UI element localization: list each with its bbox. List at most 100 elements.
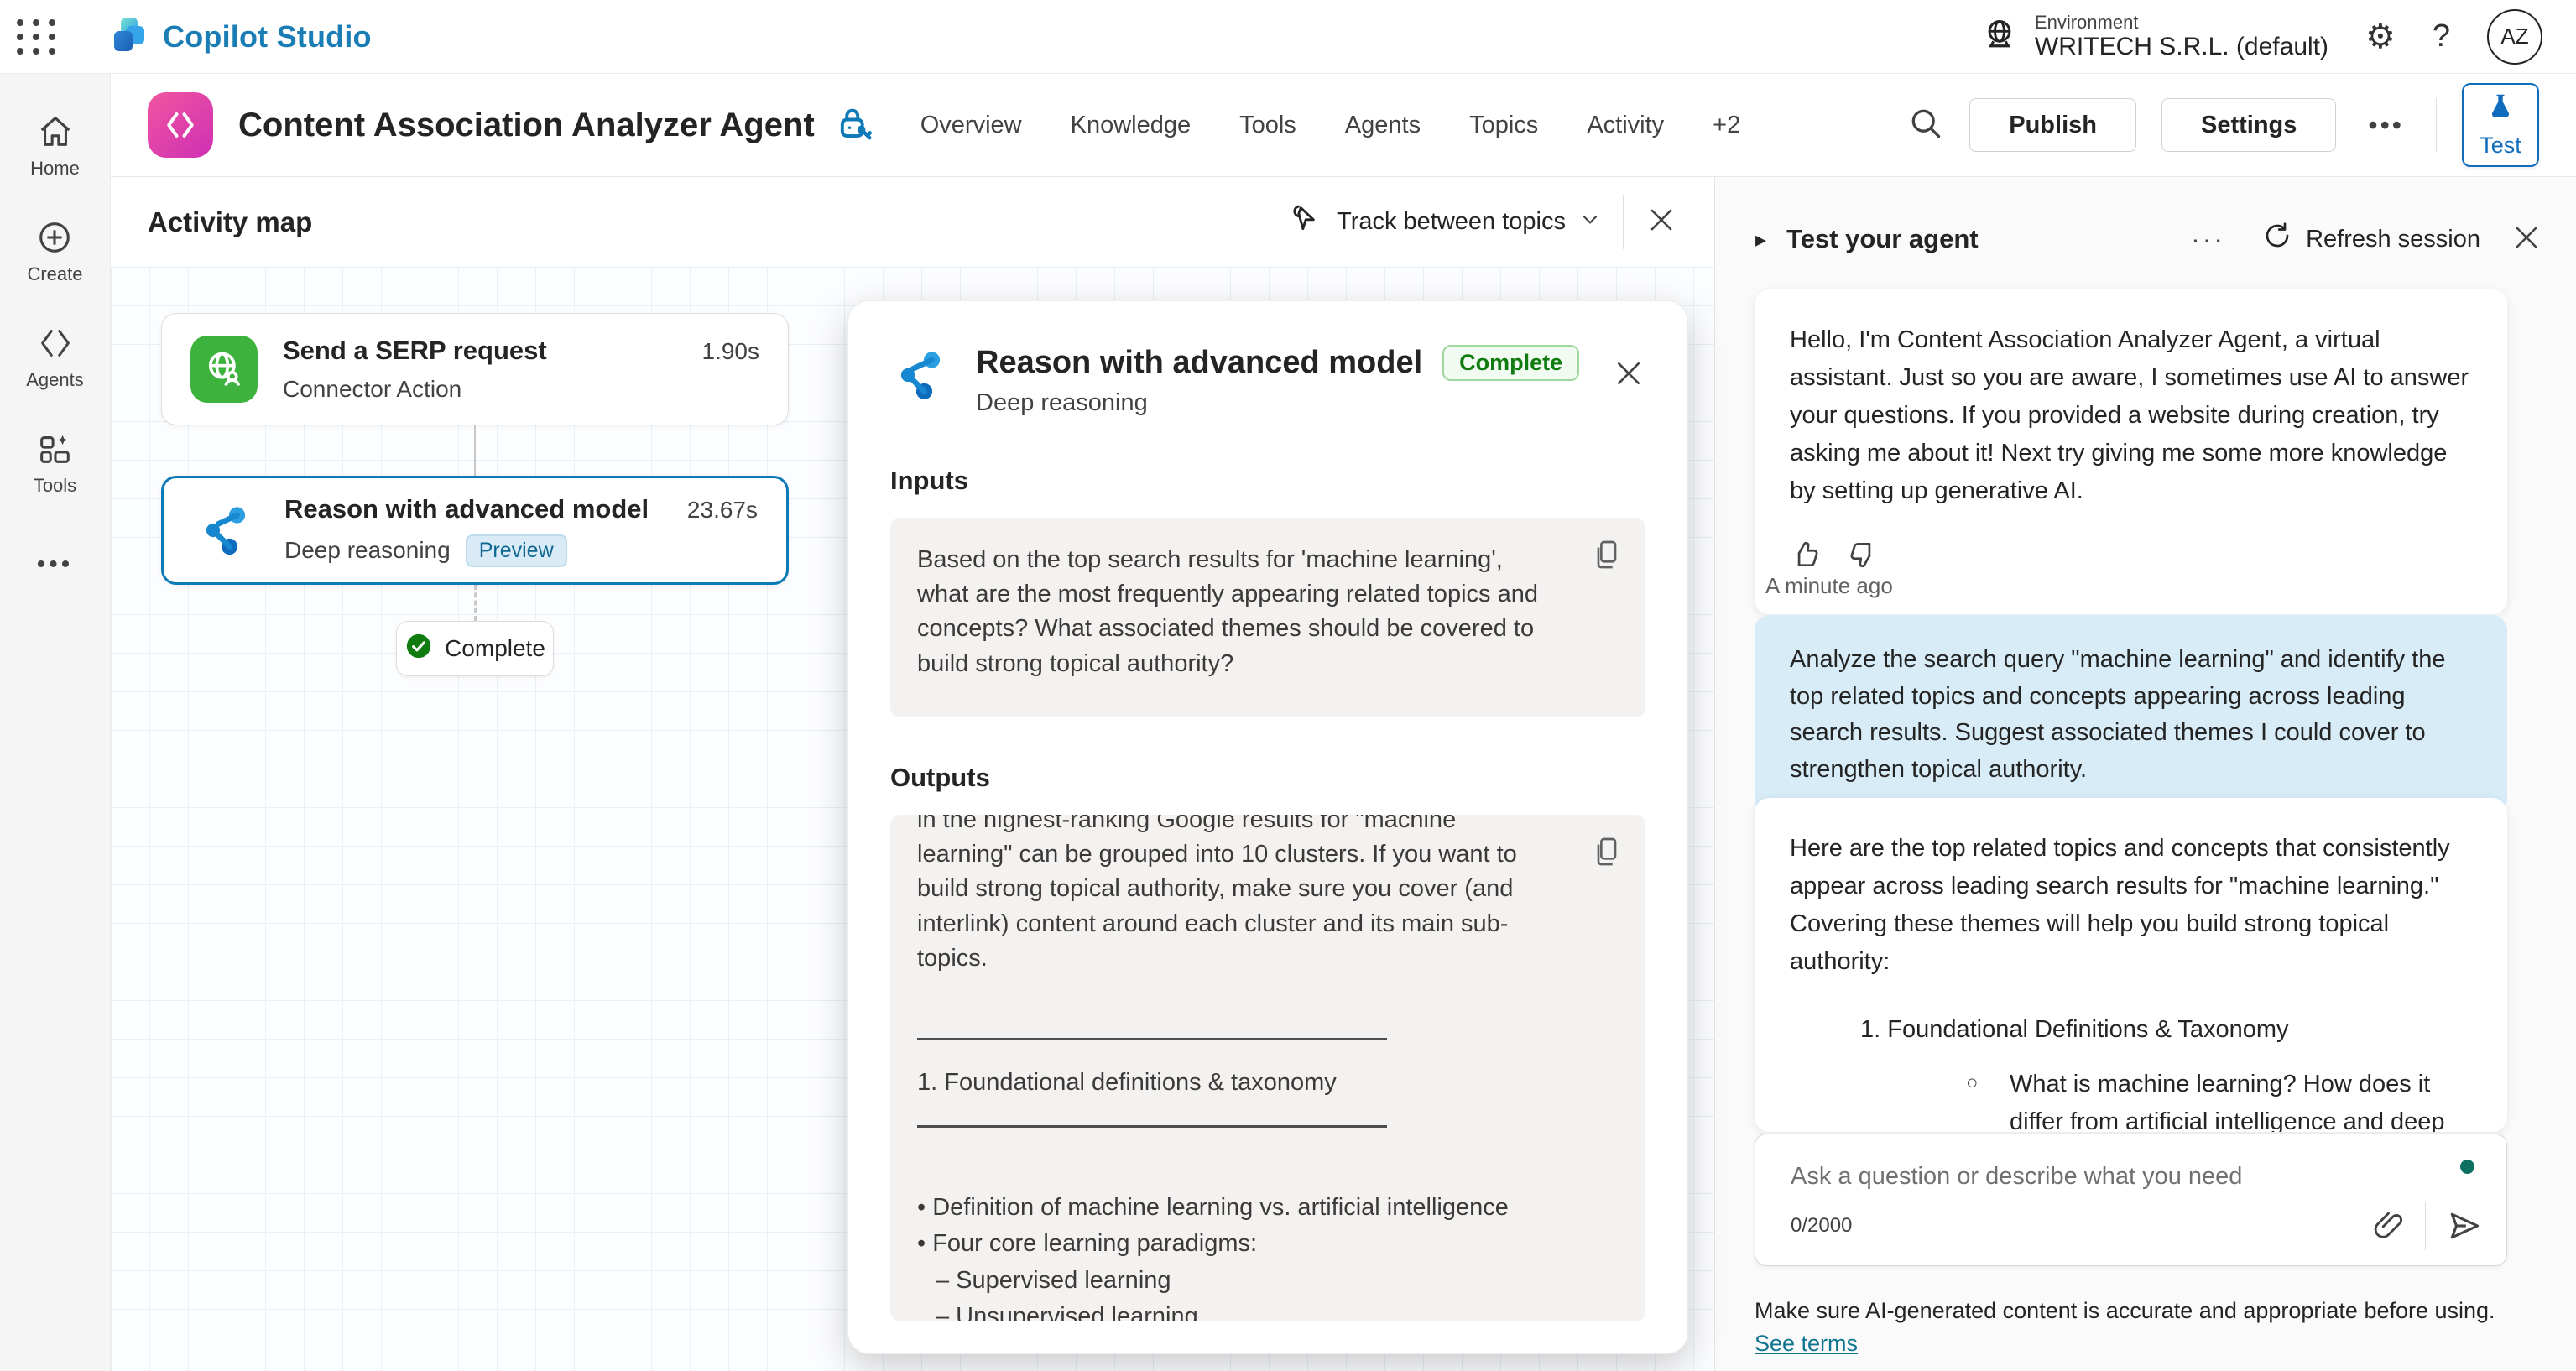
- activity-map-title: Activity map: [148, 206, 312, 238]
- sidebar-item-label: Tools: [34, 475, 76, 497]
- sidebar-item-agents[interactable]: Agents: [26, 324, 84, 391]
- avatar-initials: AZ: [2500, 23, 2528, 50]
- tab-topics[interactable]: Topics: [1469, 112, 1538, 139]
- chat-input-placeholder: Ask a question or describe what you need: [1791, 1163, 2242, 1191]
- sidebar-item-create[interactable]: Create: [27, 218, 82, 285]
- copy-icon[interactable]: [1590, 538, 1624, 576]
- test-panel-title: Test your agent: [1786, 224, 1979, 254]
- app-title: Copilot Studio: [163, 19, 372, 55]
- activity-header-divider: [1623, 195, 1624, 249]
- refresh-session-button[interactable]: Refresh session: [2262, 221, 2480, 258]
- user-avatar[interactable]: AZ: [2487, 9, 2542, 65]
- sidebar-item-home[interactable]: Home: [30, 112, 80, 180]
- connector-action-icon: [190, 336, 258, 403]
- copilot-studio-logo-icon: [107, 14, 148, 59]
- output-divider: [917, 1038, 1387, 1040]
- bot-message-text: Here are the top related topics and conc…: [1790, 830, 2472, 981]
- activity-map-header: Activity map Track between topics: [111, 177, 1714, 267]
- presence-dot: [2460, 1160, 2474, 1174]
- track-between-topics-dropdown[interactable]: Track between topics: [1290, 202, 1601, 242]
- deep-reasoning-icon: [192, 497, 259, 564]
- status-badge: Complete: [1442, 345, 1579, 381]
- user-message-text: Analyze the search query "machine learni…: [1790, 646, 2446, 783]
- test-panel-close-icon[interactable]: [2511, 222, 2542, 258]
- tab-agents[interactable]: Agents: [1345, 112, 1421, 139]
- track-between-topics-label: Track between topics: [1337, 208, 1566, 236]
- copilot-studio-app: Copilot Studio Environment WRITECH S.R.L…: [0, 0, 2576, 1371]
- see-terms-link[interactable]: See terms: [1755, 1331, 1858, 1356]
- preview-badge: Preview: [466, 534, 567, 567]
- ai-disclaimer-text: Make sure AI-generated content is accura…: [1755, 1298, 2495, 1323]
- bot-message: Here are the top related topics and conc…: [1755, 798, 2507, 1132]
- output-divider: [917, 1125, 1387, 1128]
- sidebar-item-label: Create: [27, 263, 82, 285]
- sidebar-more-button[interactable]: •••: [37, 550, 74, 579]
- search-icon[interactable]: [1907, 105, 1944, 146]
- tab-knowledge[interactable]: Knowledge: [1071, 112, 1192, 139]
- node-connector-dashed-line: [474, 585, 477, 621]
- outputs-section-label: Outputs: [890, 763, 1645, 793]
- tab-tools[interactable]: Tools: [1239, 112, 1296, 139]
- inputs-section-label: Inputs: [890, 466, 1645, 496]
- node-detail-panel: Reason with advanced model Complete Deep…: [847, 300, 1688, 1354]
- tools-blocks-sparkle-icon: [35, 430, 74, 468]
- node-title: Reason with advanced model: [284, 494, 649, 524]
- attach-paperclip-icon[interactable]: [2371, 1209, 2405, 1243]
- sidebar-item-label: Agents: [26, 369, 84, 391]
- map-complete-label: Complete: [445, 635, 545, 662]
- node-send-serp-request[interactable]: Send a SERP request 1.90s Connector Acti…: [161, 313, 789, 425]
- test-panel-more-button[interactable]: ···: [2184, 224, 2232, 255]
- node-title: Send a SERP request: [283, 336, 547, 366]
- ai-disclaimer: Make sure AI-generated content is accura…: [1755, 1295, 2507, 1360]
- test-button[interactable]: Test: [2462, 83, 2539, 167]
- header-more-button[interactable]: •••: [2361, 110, 2411, 141]
- agent-tabs: Overview Knowledge Tools Agents Topics A…: [920, 112, 1740, 139]
- character-counter: 0/2000: [1791, 1214, 1852, 1238]
- beaker-icon: [2485, 91, 2516, 128]
- settings-button[interactable]: Settings: [2161, 98, 2336, 152]
- test-agent-panel: ▸ Test your agent ··· Refresh session: [1714, 177, 2576, 1371]
- output-line: – Supervised learning: [917, 1263, 1553, 1300]
- app-launcher-waffle-icon[interactable]: [0, 0, 74, 74]
- node-reason-with-advanced-model[interactable]: Reason with advanced model 23.67s Deep r…: [161, 476, 789, 585]
- detail-close-icon[interactable]: [1612, 345, 1645, 394]
- help-icon[interactable]: ?: [2433, 18, 2450, 55]
- environment-picker[interactable]: Environment WRITECH S.R.L. (default): [1981, 12, 2328, 62]
- output-section-title: 1. Foundational definitions & taxonomy: [917, 1069, 1553, 1097]
- chevron-down-icon: [1579, 208, 1601, 237]
- send-icon[interactable]: [2446, 1207, 2483, 1244]
- publish-button[interactable]: Publish: [1969, 98, 2136, 152]
- deep-reasoning-icon: [890, 345, 951, 409]
- reply-list-item: 1. Foundational Definitions & Taxonomy: [1860, 1011, 2472, 1049]
- output-line: – Unsupervised learning: [917, 1299, 1553, 1321]
- check-circle-icon: [404, 632, 433, 666]
- outputs-intro: in the highest-ranking Google results fo…: [917, 815, 1553, 976]
- map-complete-chip: Complete: [396, 621, 554, 676]
- node-subtitle: Connector Action: [283, 376, 461, 403]
- tab-overflow[interactable]: +2: [1713, 112, 1740, 139]
- node-connector-line: [474, 425, 476, 476]
- output-line: • Four core learning paradigms:: [917, 1226, 1553, 1263]
- tab-activity[interactable]: Activity: [1587, 112, 1664, 139]
- sidebar-item-label: Home: [30, 158, 80, 180]
- tab-overview[interactable]: Overview: [920, 112, 1022, 139]
- copy-icon[interactable]: [1590, 835, 1624, 873]
- agent-avatar: [148, 92, 213, 158]
- activity-map-close-icon[interactable]: [1645, 204, 1677, 240]
- sidebar-item-tools[interactable]: Tools: [34, 430, 76, 497]
- node-duration: 23.67s: [687, 497, 758, 524]
- brand[interactable]: Copilot Studio: [107, 14, 372, 59]
- settings-gear-icon[interactable]: ⚙: [2365, 20, 2396, 54]
- bot-message: Hello, I'm Content Association Analyzer …: [1755, 289, 2507, 614]
- output-line: • Definition of machine learning vs. art…: [917, 1190, 1553, 1227]
- collapse-panel-icon[interactable]: ▸: [1755, 227, 1766, 253]
- track-cursor-icon: [1290, 202, 1323, 242]
- agents-code-brackets-icon: [36, 324, 75, 362]
- chat-input-box[interactable]: Ask a question or describe what you need…: [1755, 1134, 2507, 1266]
- outputs-box[interactable]: in the highest-ranking Google results fo…: [890, 815, 1645, 1321]
- authentication-lock-key-icon[interactable]: [833, 103, 877, 147]
- agent-header: Content Association Analyzer Agent Overv…: [111, 74, 2576, 177]
- bot-message-text: Hello, I'm Content Association Analyzer …: [1790, 321, 2472, 510]
- message-timestamp: A minute ago: [1765, 573, 1893, 599]
- create-plus-icon: [35, 218, 74, 257]
